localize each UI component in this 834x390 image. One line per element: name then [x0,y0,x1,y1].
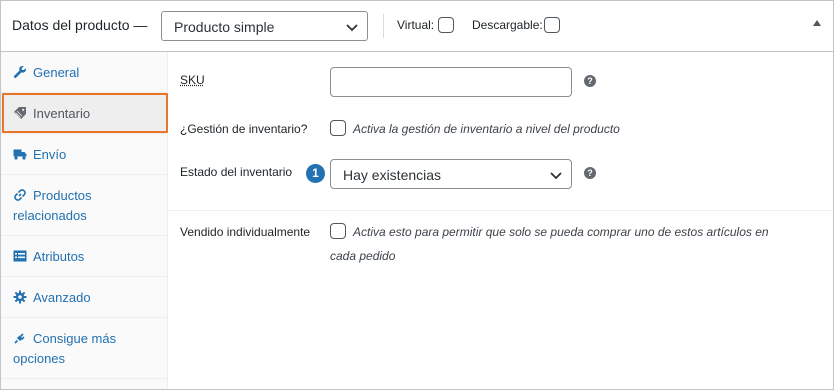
downloadable-checkbox[interactable] [544,17,560,33]
sold-individually-checkbox[interactable] [330,223,346,239]
collapse-toggle-icon[interactable] [813,20,821,26]
section-divider [169,210,833,211]
manage-stock-checkbox[interactable] [330,120,346,136]
manage-stock-description: Activa la gestión de inventario a nivel … [353,122,620,136]
list-icon [13,250,27,262]
tab-linked-products-label-line2: relacionados [13,208,87,223]
tab-advanced[interactable]: Avanzado [1,277,168,318]
downloadable-label: Descargable: [472,18,543,32]
stock-status-label: Estado del inventario [180,165,293,179]
gear-icon [13,290,27,304]
tab-attributes[interactable]: Atributos [1,236,168,277]
tab-get-more-options-label-line1: Consigue más [33,331,117,346]
inventory-panel: SKU ? ¿Gestión de inventario? Activa la … [169,52,833,389]
tab-shipping-label: Envío [33,147,67,162]
tab-get-more-options[interactable]: Consigue más opciones [1,318,168,379]
step-number-badge: 1 [306,164,325,183]
sold-individually-description-line1: Activa esto para permitir que solo se pu… [353,225,769,239]
manage-stock-label: ¿Gestión de inventario? [180,122,308,136]
active-tab-highlight [2,93,168,133]
virtual-label: Virtual: [397,18,435,32]
tab-general-label: General [33,65,80,80]
chevron-down-icon [346,24,358,32]
sku-help-icon[interactable]: ? [584,75,596,87]
product-type-select[interactable]: Producto simple [161,11,368,41]
tab-attributes-label: Atributos [33,249,85,264]
plugin-icon [14,333,25,344]
panel-title: Datos del producto — [12,17,148,33]
sold-individually-label: Vendido individualmente [180,225,311,239]
wrench-icon [13,66,26,78]
virtual-checkbox[interactable] [438,17,454,33]
sku-label: SKU [180,73,205,87]
tab-general[interactable]: General [1,52,168,93]
panel-header: Datos del producto — Producto simple Vir… [1,1,833,52]
tab-linked-products-label-line1: Productos [33,188,92,203]
tab-shipping[interactable]: Envío [1,134,168,175]
product-data-panel: Datos del producto — Producto simple Vir… [0,0,834,390]
product-type-value: Producto simple [174,19,275,35]
stock-status-value: Hay existencias [343,167,442,183]
sku-input[interactable] [330,67,572,97]
header-separator [383,14,384,38]
tab-get-more-options-label-line2: opciones [13,351,66,366]
stock-status-help-icon[interactable]: ? [584,167,596,179]
truck-icon [13,149,27,160]
link-icon [14,189,26,201]
chevron-down-icon [550,172,562,180]
tab-advanced-label: Avanzado [33,290,91,305]
stock-status-select[interactable]: Hay existencias [330,159,572,189]
sold-individually-description-line2: cada pedido [330,249,396,263]
tab-linked-products[interactable]: Productos relacionados [1,175,168,236]
